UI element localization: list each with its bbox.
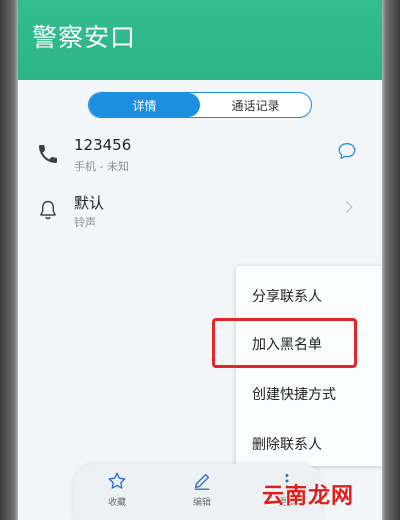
star-icon <box>108 472 126 489</box>
tab-switcher: 详情 通话记录 <box>88 92 312 118</box>
contact-detail-screen: 警察安口 详情 通话记录 123456 手机 - 未知 默认 铃声 分享联系人 … <box>18 0 382 520</box>
watermark: 云南龙网 <box>262 483 355 509</box>
edit-button[interactable]: 编辑 <box>178 470 226 508</box>
app-header: 警察安口 <box>18 0 382 80</box>
phone-type: 手机 - 未知 <box>74 160 129 173</box>
ringtone-row[interactable]: 默认 铃声 <box>18 190 382 238</box>
ringtone-label: 铃声 <box>74 216 96 229</box>
bell-icon <box>40 200 56 220</box>
menu-item-create-shortcut[interactable]: 创建快捷方式 <box>252 384 336 404</box>
chevron-right-icon <box>345 201 353 213</box>
pencil-icon <box>194 473 210 490</box>
edit-label: 编辑 <box>192 498 211 508</box>
phone-icon <box>39 145 57 163</box>
more-options-menu: 分享联系人 加入黑名单 创建快捷方式 删除联系人 <box>236 266 382 466</box>
phone-number: 123456 <box>74 136 132 154</box>
phone-row[interactable]: 123456 手机 - 未知 <box>18 136 382 184</box>
menu-item-add-to-blacklist[interactable]: 加入黑名单 <box>252 334 322 354</box>
phone-device: 警察安口 详情 通话记录 123456 手机 - 未知 默认 铃声 分享联系人 … <box>0 0 400 520</box>
menu-item-share-contact[interactable]: 分享联系人 <box>252 286 322 306</box>
contact-name-title: 警察安口 <box>32 23 137 52</box>
favorite-button[interactable]: 收藏 <box>93 470 141 508</box>
tab-details[interactable]: 详情 <box>89 93 200 117</box>
ringtone-value: 默认 <box>74 194 105 212</box>
favorite-label: 收藏 <box>107 498 126 508</box>
tab-call-log[interactable]: 通话记录 <box>200 93 311 117</box>
menu-item-delete-contact[interactable]: 删除联系人 <box>252 434 322 454</box>
message-icon[interactable] <box>336 140 358 162</box>
